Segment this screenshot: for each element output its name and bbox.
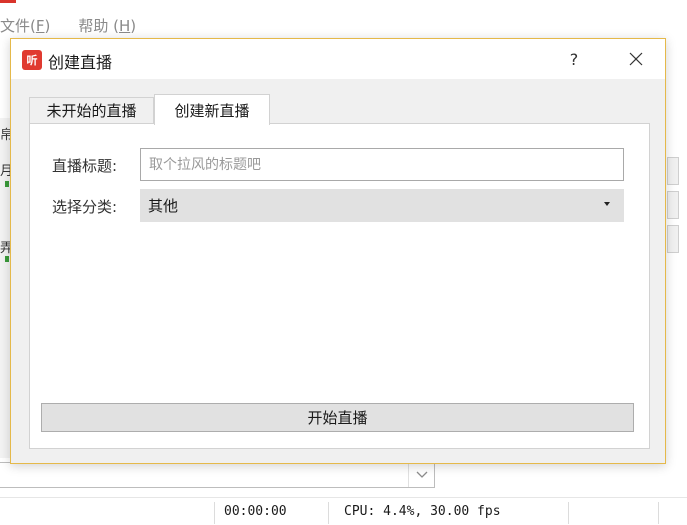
create-live-dialog: 听 创建直播 ? 未开始的直播 创建新直播 直播标题: 选择分类: 其他 开始直… <box>10 38 666 464</box>
menu-help[interactable]: 帮助 (H) <box>78 15 136 36</box>
app-logo-icon: 听 <box>22 50 42 70</box>
help-button[interactable]: ? <box>563 47 585 71</box>
title-label: 直播标题: <box>52 157 118 175</box>
menu-help-suffix: ) <box>130 16 137 35</box>
category-select[interactable]: 其他 <box>140 189 624 222</box>
start-live-button[interactable]: 开始直播 <box>41 403 634 432</box>
menu-bar: 文件(F) 帮助 (H) <box>0 14 164 36</box>
menu-file-label: 文件( <box>0 16 36 35</box>
create-live-panel: 直播标题: 选择分类: 其他 开始直播 <box>29 123 650 449</box>
menu-file[interactable]: 文件(F) <box>0 15 50 36</box>
stream-time: 00:00:00 <box>224 504 287 519</box>
dialog-titlebar[interactable]: 听 创建直播 ? <box>11 39 665 79</box>
menu-help-label: 帮助 ( <box>78 16 119 35</box>
category-selected-value: 其他 <box>148 197 179 215</box>
close-button[interactable] <box>623 45 649 73</box>
dropdown-arrow-icon <box>604 202 610 206</box>
status-divider <box>568 502 569 524</box>
menu-file-suffix: ) <box>44 16 51 35</box>
status-divider <box>658 502 659 524</box>
chevron-down-icon[interactable] <box>408 463 435 487</box>
side-button[interactable] <box>667 225 679 253</box>
dialog-title: 创建直播 <box>48 53 113 72</box>
level-meter <box>5 256 9 262</box>
side-button[interactable] <box>667 157 679 185</box>
menu-file-hotkey: F <box>35 16 45 35</box>
tab-upcoming-lives[interactable]: 未开始的直播 <box>29 97 154 123</box>
status-divider <box>328 502 329 524</box>
scene-combo[interactable] <box>0 462 435 488</box>
tab-create-live[interactable]: 创建新直播 <box>154 94 270 125</box>
level-meter <box>5 181 9 187</box>
app-brand-strip <box>0 0 16 3</box>
status-divider <box>214 502 215 524</box>
close-icon <box>629 52 643 66</box>
category-label: 选择分类: <box>52 198 118 216</box>
menu-help-hotkey: H <box>118 16 131 35</box>
live-title-input[interactable] <box>140 148 624 181</box>
perf-stats: CPU: 4.4%, 30.00 fps <box>344 504 501 519</box>
side-button[interactable] <box>667 191 679 219</box>
status-bar: 00:00:00 CPU: 4.4%, 30.00 fps <box>0 497 687 525</box>
